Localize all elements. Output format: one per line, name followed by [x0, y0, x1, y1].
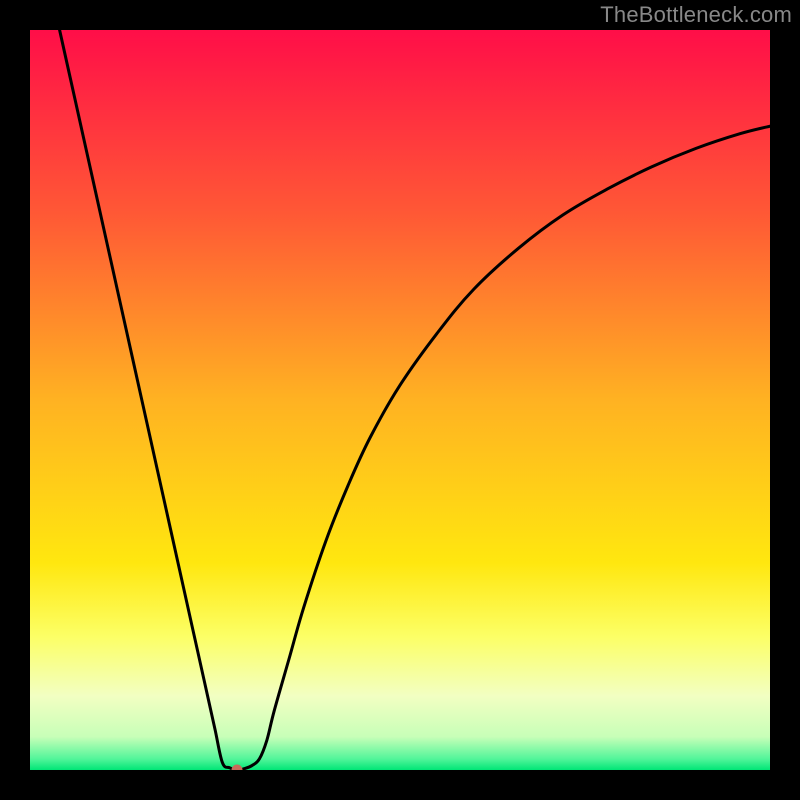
chart-frame: TheBottleneck.com — [0, 0, 800, 800]
curve-svg — [30, 30, 770, 770]
minimum-marker — [232, 765, 243, 771]
plot-area — [30, 30, 770, 770]
watermark-text: TheBottleneck.com — [600, 2, 792, 28]
bottleneck-curve — [60, 30, 770, 770]
